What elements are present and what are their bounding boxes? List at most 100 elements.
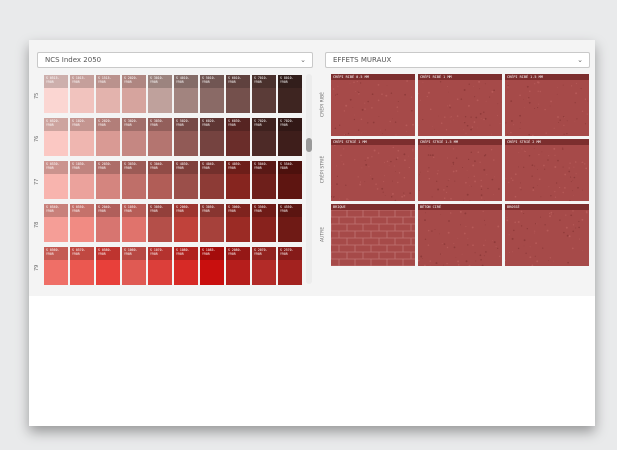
color-swatch[interactable]: S 2030- Y90R: [96, 161, 120, 199]
swatch-label-band: S 2060- Y90R: [174, 204, 198, 217]
color-swatch[interactable]: S 4050- Y90R: [226, 161, 250, 199]
color-swatch[interactable]: S 0580- Y90R: [96, 247, 120, 285]
texture-grain: [493, 241, 496, 244]
ncs-index-select[interactable]: NCS Index 2050 ⌄: [37, 52, 313, 68]
texture-grain: [572, 190, 573, 192]
color-swatch[interactable]: S 1080- Y90R: [174, 247, 198, 285]
texture-grain: [412, 150, 414, 152]
scrollbar[interactable]: [306, 74, 312, 284]
swatch-label-band: S 2070- Y90R: [252, 247, 276, 260]
color-swatch[interactable]: S 0540- Y90R: [44, 204, 68, 242]
swatch-label-band: S 4040- Y90R: [200, 161, 224, 174]
texture-tile[interactable]: BÉTON CIRÉ: [418, 204, 502, 266]
texture-grain: [498, 188, 500, 190]
texture-tile[interactable]: BROSSÉ: [505, 204, 589, 266]
color-swatch[interactable]: S 2020- Y90R: [122, 75, 146, 113]
texture-tile[interactable]: CRÉPI STRIÉ 2 MM: [505, 139, 589, 201]
color-swatch[interactable]: S 2070- Y90R: [252, 247, 276, 285]
color-swatch[interactable]: S 4030- Y90R: [174, 161, 198, 199]
color-swatch[interactable]: S 6020- Y90R: [200, 118, 224, 156]
texture-tile[interactable]: CRÉPI STRIÉ 1.5 MM: [418, 139, 502, 201]
swatch-label-band: S 6010- Y90R: [226, 75, 250, 88]
color-swatch[interactable]: S 2060- Y90R: [174, 204, 198, 242]
color-swatch[interactable]: S 4040- Y90R: [200, 161, 224, 199]
texture-tile[interactable]: CRÉPI RIBÉ 1.5 MM: [505, 74, 589, 136]
color-swatch[interactable]: S 6030- Y90R: [226, 118, 250, 156]
color-swatch[interactable]: S 2040- Y90R: [96, 204, 120, 242]
color-swatch[interactable]: S 5040- Y90R: [252, 161, 276, 199]
texture-grain: [386, 160, 389, 163]
color-swatch[interactable]: S 3010- Y90R: [148, 75, 172, 113]
color-swatch[interactable]: S 2020- Y90R: [96, 118, 120, 156]
color-swatch[interactable]: S 1085- Y90R: [200, 247, 224, 285]
color-swatch[interactable]: S 1070- Y90R: [148, 247, 172, 285]
color-swatch[interactable]: S 3020- Y90R: [122, 118, 146, 156]
color-swatch[interactable]: S 1060- Y90R: [122, 247, 146, 285]
texture-grain: [339, 124, 341, 126]
color-swatch[interactable]: S 7010- Y90R: [252, 75, 276, 113]
color-swatch[interactable]: S 3050- Y90R: [200, 204, 224, 242]
texture-grain: [439, 81, 442, 83]
swatch-label-band: S 0580- Y90R: [96, 247, 120, 260]
texture-grain: [480, 179, 482, 182]
texture-tile[interactable]: BRIQUE: [331, 204, 415, 266]
color-swatch[interactable]: S 0560- Y90R: [44, 247, 68, 285]
color-swatch[interactable]: S 3060- Y90R: [226, 204, 250, 242]
color-swatch[interactable]: S 8010- Y90R: [278, 75, 302, 113]
color-swatch[interactable]: S 1515- Y90R: [96, 75, 120, 113]
color-swatch[interactable]: S 3030- Y90R: [122, 161, 146, 199]
swatch-code: S 7010- Y90R: [254, 76, 268, 84]
color-swatch[interactable]: S 0570- Y90R: [70, 247, 94, 285]
texture-grain: [497, 225, 500, 228]
color-swatch[interactable]: S 1030- Y90R: [70, 161, 94, 199]
color-swatch[interactable]: S 5020- Y90R: [174, 118, 198, 156]
swatch-code: S 3560- Y90R: [254, 205, 268, 213]
texture-grain: [568, 235, 571, 238]
texture-grain: [519, 94, 521, 97]
texture-grain: [572, 179, 574, 181]
color-swatch[interactable]: S 5540- Y80R: [278, 161, 302, 199]
color-swatch[interactable]: S 0515- Y90R: [44, 75, 68, 113]
texture-grain: [562, 84, 564, 86]
texture-tile[interactable]: CRÉPI STRIÉ 1 MM: [331, 139, 415, 201]
color-swatch[interactable]: S 4010- Y90R: [174, 75, 198, 113]
texture-grain: [537, 81, 539, 84]
texture-grain: [450, 116, 452, 118]
color-swatch[interactable]: S 3040- Y90R: [148, 161, 172, 199]
texture-grain: [532, 134, 534, 136]
texture-grain: [569, 162, 571, 164]
color-swatch[interactable]: S 0530- Y90R: [44, 161, 68, 199]
swatch-label-band: S 2020- Y90R: [122, 75, 146, 88]
swatch-code: S 1050- Y90R: [124, 205, 138, 213]
color-swatch[interactable]: S 3030- Y90R: [148, 118, 172, 156]
color-swatch[interactable]: S 7020- Y90R: [252, 118, 276, 156]
color-swatch[interactable]: S 1050- Y90R: [122, 204, 146, 242]
color-swatch[interactable]: S 6010- Y90R: [226, 75, 250, 113]
swatch-label-band: S 1085- Y90R: [200, 247, 224, 260]
texture-grain: [575, 173, 577, 175]
wall-effects-select[interactable]: EFFETS MURAUX ⌄: [325, 52, 590, 68]
color-swatch[interactable]: S 1015- Y90R: [70, 75, 94, 113]
color-swatch[interactable]: S 3050- Y90R: [148, 204, 172, 242]
color-swatch[interactable]: S 4550- Y90R: [278, 204, 302, 242]
texture-tile[interactable]: CRÉPI RIBÉ 1 MM: [418, 74, 502, 136]
color-swatch[interactable]: S 0520- Y90R: [44, 118, 68, 156]
color-swatch[interactable]: S 5010- Y90R: [200, 75, 224, 113]
texture-pattern: [418, 210, 501, 266]
texture-grain: [377, 152, 380, 154]
color-swatch[interactable]: S 3560- Y90R: [252, 204, 276, 242]
texture-grain: [510, 119, 513, 122]
swatch-code: S 0560- Y90R: [46, 248, 60, 256]
texture-grain: [447, 231, 450, 234]
color-swatch[interactable]: S 1020- Y90R: [70, 118, 94, 156]
color-swatch[interactable]: S 2570- Y90R: [278, 247, 302, 285]
scrollbar-thumb[interactable]: [306, 138, 312, 152]
texture-grain: [470, 116, 472, 118]
color-swatch[interactable]: S 0550- Y90R: [70, 204, 94, 242]
texture-tile[interactable]: CRÉPI RIBÉ 0.5 MM: [331, 74, 415, 136]
color-swatch[interactable]: S 2080- Y90R: [226, 247, 250, 285]
texture-grain: [573, 176, 576, 179]
texture-grain: [557, 122, 559, 124]
color-swatch[interactable]: S 7020- Y90R: [278, 118, 302, 156]
texture-grain: [531, 175, 533, 177]
